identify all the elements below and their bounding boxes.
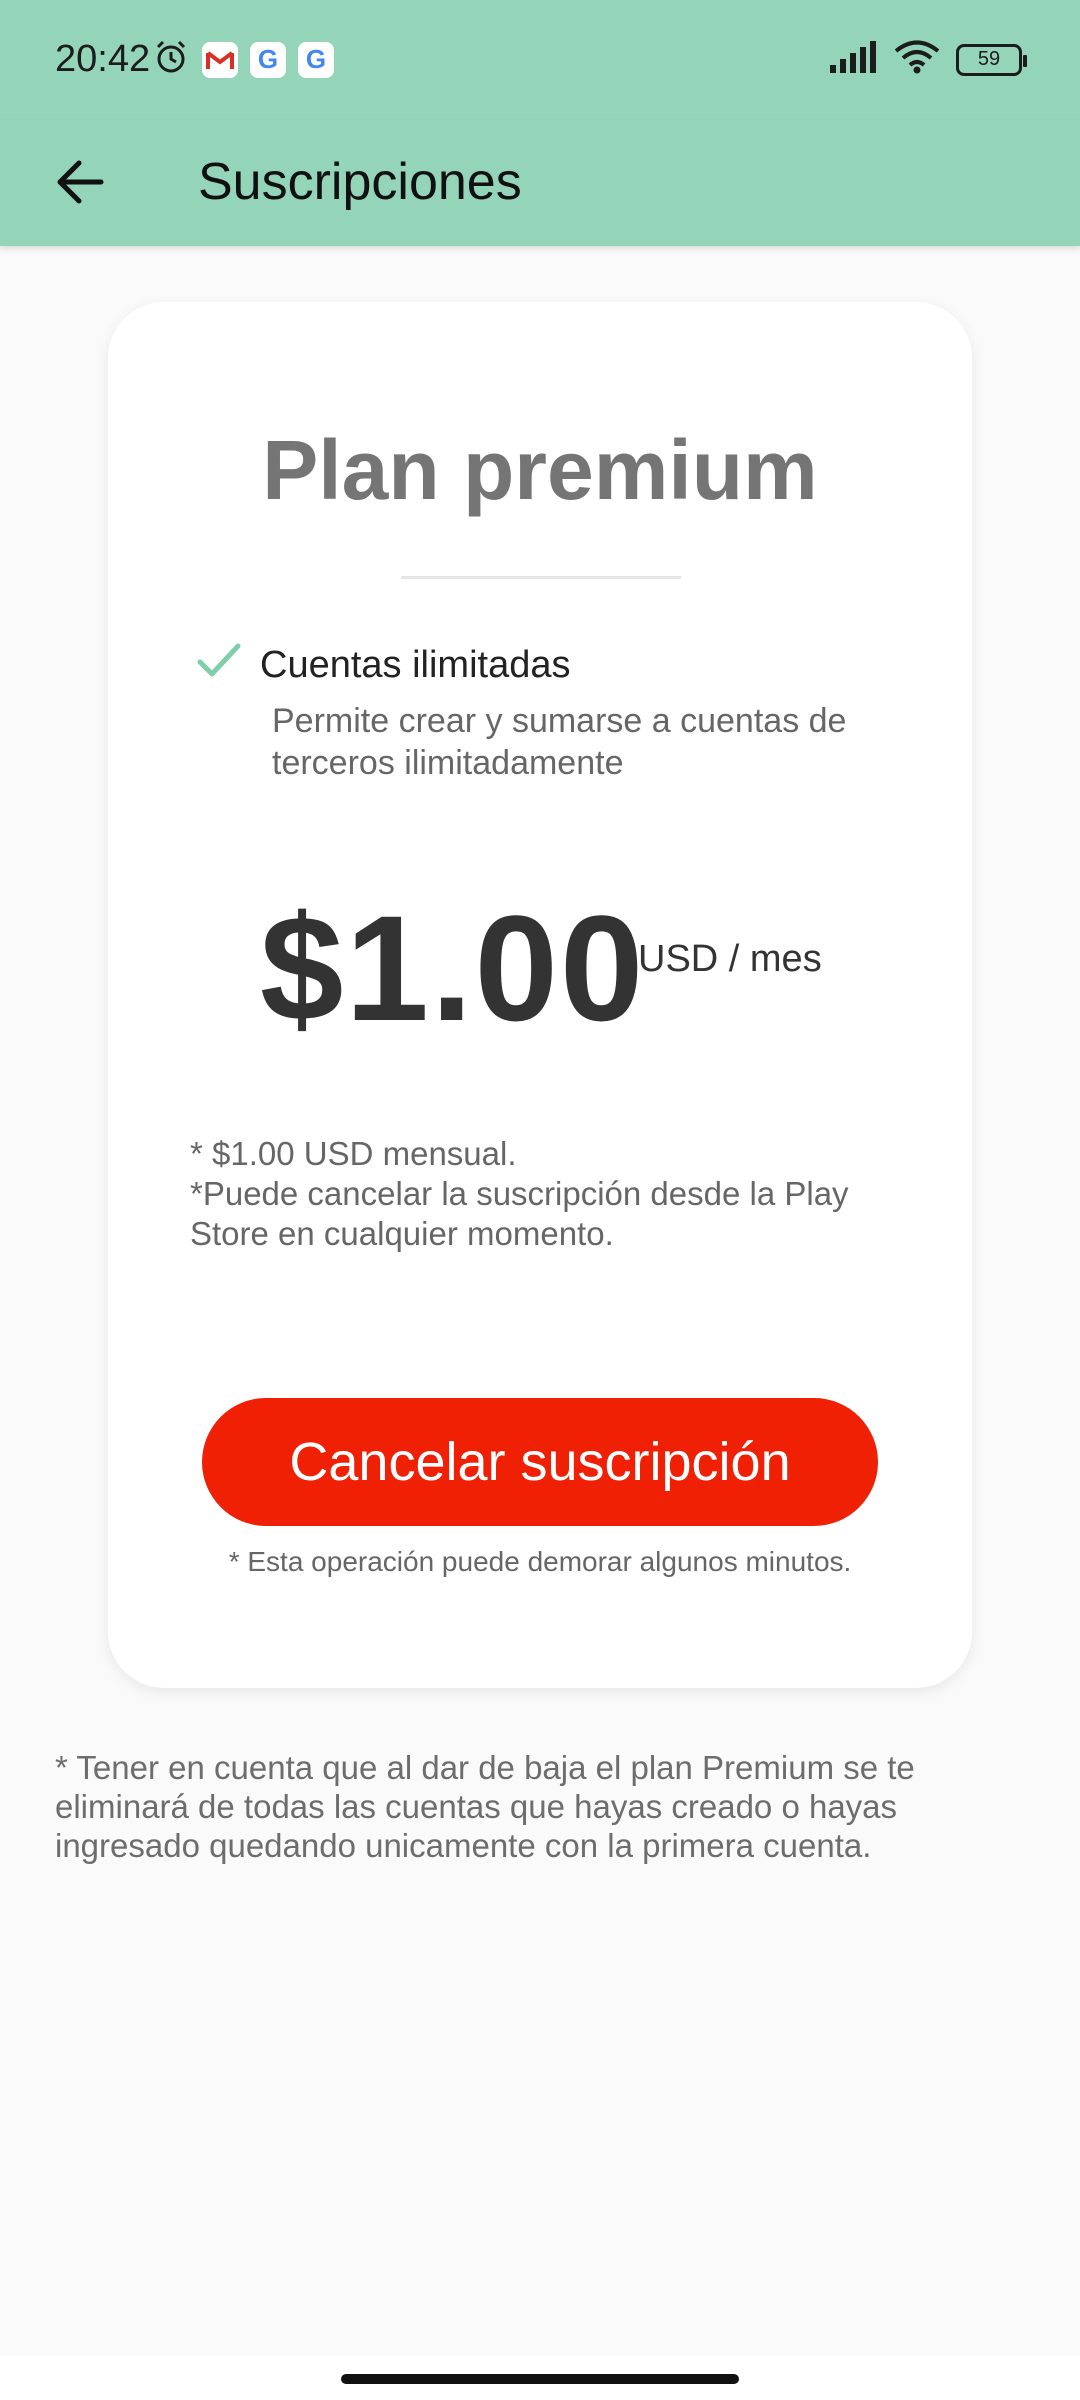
home-handle[interactable] (341, 2374, 739, 2384)
plan-title: Plan premium (262, 423, 818, 517)
signal-icon (828, 41, 878, 78)
alarm-icon (152, 38, 190, 81)
price-unit: USD / mes (638, 938, 822, 980)
status-time: 20:42 (55, 38, 151, 80)
feature-title: Cuentas ilimitadas (260, 644, 571, 686)
status-bar: 20:42 G G 59 (0, 0, 1080, 120)
plan-card: Plan premium Cuentas ilimitadas Permite … (108, 302, 972, 1688)
battery-icon: 59 (956, 43, 1027, 76)
app-bar: Suscripciones (0, 120, 1080, 246)
google-icon: G (250, 41, 286, 78)
navigation-bar (0, 2356, 1080, 2400)
google-icon: G (298, 41, 334, 78)
notification-icons: G G (152, 38, 334, 81)
footer-note: * Tener en cuenta que al dar de baja el … (55, 1749, 915, 1864)
price-amount: $1.00 (260, 884, 646, 1052)
plan-notes: * $1.00 USD mensual. *Puede cancelar la … (190, 1134, 890, 1254)
cancel-subscription-button[interactable]: Cancelar suscripción (202, 1398, 878, 1526)
page-title: Suscripciones (198, 153, 522, 211)
system-status-icons: 59 (828, 40, 1027, 79)
check-icon (196, 642, 242, 687)
note-monthly: * $1.00 USD mensual. (190, 1135, 517, 1172)
arrow-back-icon (57, 160, 104, 204)
note-cancel: *Puede cancelar la suscripción desde la … (190, 1175, 849, 1252)
back-button[interactable] (40, 142, 120, 222)
wifi-icon (894, 40, 940, 79)
battery-level: 59 (977, 48, 1001, 70)
feature-description: Permite crear y sumarse a cuentas de ter… (272, 702, 847, 782)
title-divider (401, 576, 681, 579)
gmail-icon (202, 41, 238, 78)
operation-note: * Esta operación puede demorar algunos m… (228, 1546, 852, 1577)
